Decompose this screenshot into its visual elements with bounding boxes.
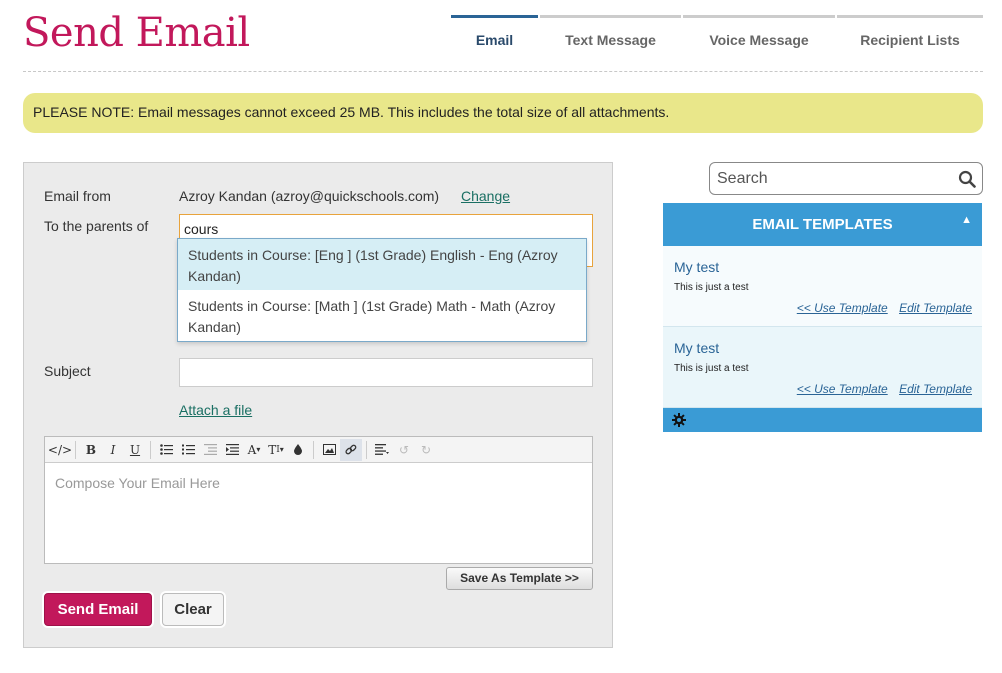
search-icon[interactable] (958, 170, 976, 188)
template-search[interactable]: Search (709, 162, 983, 195)
email-body-input[interactable]: Compose Your Email Here (45, 463, 592, 563)
templates-title: EMAIL TEMPLATES (752, 216, 893, 233)
link-icon[interactable] (340, 438, 362, 461)
subject-input[interactable] (179, 358, 593, 387)
templates-header: EMAIL TEMPLATES ▲ (663, 203, 982, 246)
save-as-template-button[interactable]: Save As Template >> (446, 567, 593, 590)
to-label: To the parents of (44, 218, 149, 234)
bold-icon[interactable]: B (80, 439, 102, 461)
email-form: Email from Azroy Kandan (azroy@quickscho… (23, 162, 613, 648)
code-view-icon[interactable]: </> (48, 439, 72, 461)
from-value: Azroy Kandan (azroy@quickschools.com) (179, 188, 440, 204)
use-template-link[interactable]: << Use Template (797, 301, 888, 315)
email-templates-panel: EMAIL TEMPLATES ▲ My test This is just a… (663, 203, 982, 432)
editor-toolbar: </> B I U A ▾ T I ▾ ↺ ↻ (45, 437, 592, 463)
suggestion-item[interactable]: Students in Course: [Math ] (1st Grade) … (178, 290, 586, 341)
tab-email[interactable]: Email (451, 15, 538, 61)
subject-label: Subject (44, 363, 91, 379)
use-template-link[interactable]: << Use Template (797, 382, 888, 396)
size-notice: PLEASE NOTE: Email messages cannot excee… (23, 93, 983, 133)
underline-icon[interactable]: U (124, 439, 146, 461)
page-title: Send Email (23, 10, 250, 56)
tab-text-message[interactable]: Text Message (540, 15, 681, 61)
email-editor: </> B I U A ▾ T I ▾ ↺ ↻ Compose Your Ema… (44, 436, 593, 564)
template-description: This is just a test (674, 363, 749, 374)
toolbar-divider (313, 440, 314, 459)
align-icon[interactable] (371, 439, 393, 461)
collapse-arrow-icon[interactable]: ▲ (961, 199, 972, 242)
color-icon[interactable] (287, 439, 309, 461)
numbered-list-icon[interactable] (177, 439, 199, 461)
tab-recipient-lists[interactable]: Recipient Lists (837, 15, 983, 61)
suggestion-item[interactable]: Students in Course: [Eng ] (1st Grade) E… (178, 239, 586, 290)
indent-icon[interactable] (221, 439, 243, 461)
recipient-suggestions: Students in Course: [Eng ] (1st Grade) E… (177, 238, 587, 342)
header-divider (23, 71, 983, 72)
gear-icon[interactable] (672, 413, 686, 427)
outdent-icon[interactable] (199, 439, 221, 461)
send-email-button[interactable]: Send Email (44, 593, 152, 626)
template-item: My test This is just a test << Use Templ… (663, 246, 982, 327)
template-actions: << Use Template Edit Template (789, 301, 972, 315)
edit-template-link[interactable]: Edit Template (899, 301, 972, 315)
template-description: This is just a test (674, 282, 749, 293)
image-icon[interactable] (318, 439, 340, 461)
toolbar-divider (150, 440, 151, 459)
italic-icon[interactable]: I (102, 439, 124, 461)
attach-file-link[interactable]: Attach a file (179, 402, 252, 418)
clear-button[interactable]: Clear (162, 593, 224, 626)
search-input[interactable]: Search (717, 170, 768, 188)
template-name[interactable]: My test (674, 340, 719, 356)
text-format-icon[interactable]: T I ▾ (265, 439, 287, 461)
redo-icon[interactable]: ↻ (415, 439, 437, 461)
toolbar-divider (366, 440, 367, 459)
bullet-list-icon[interactable] (155, 439, 177, 461)
font-size-icon[interactable]: A ▾ (243, 439, 265, 461)
template-actions: << Use Template Edit Template (789, 382, 972, 396)
templates-footer (663, 408, 982, 432)
toolbar-divider (75, 440, 76, 459)
change-sender-link[interactable]: Change (461, 188, 510, 204)
edit-template-link[interactable]: Edit Template (899, 382, 972, 396)
template-name[interactable]: My test (674, 259, 719, 275)
undo-icon[interactable]: ↺ (393, 439, 415, 461)
template-item: My test This is just a test << Use Templ… (663, 327, 982, 408)
tab-voice-message[interactable]: Voice Message (683, 15, 835, 61)
from-label: Email from (44, 188, 111, 204)
